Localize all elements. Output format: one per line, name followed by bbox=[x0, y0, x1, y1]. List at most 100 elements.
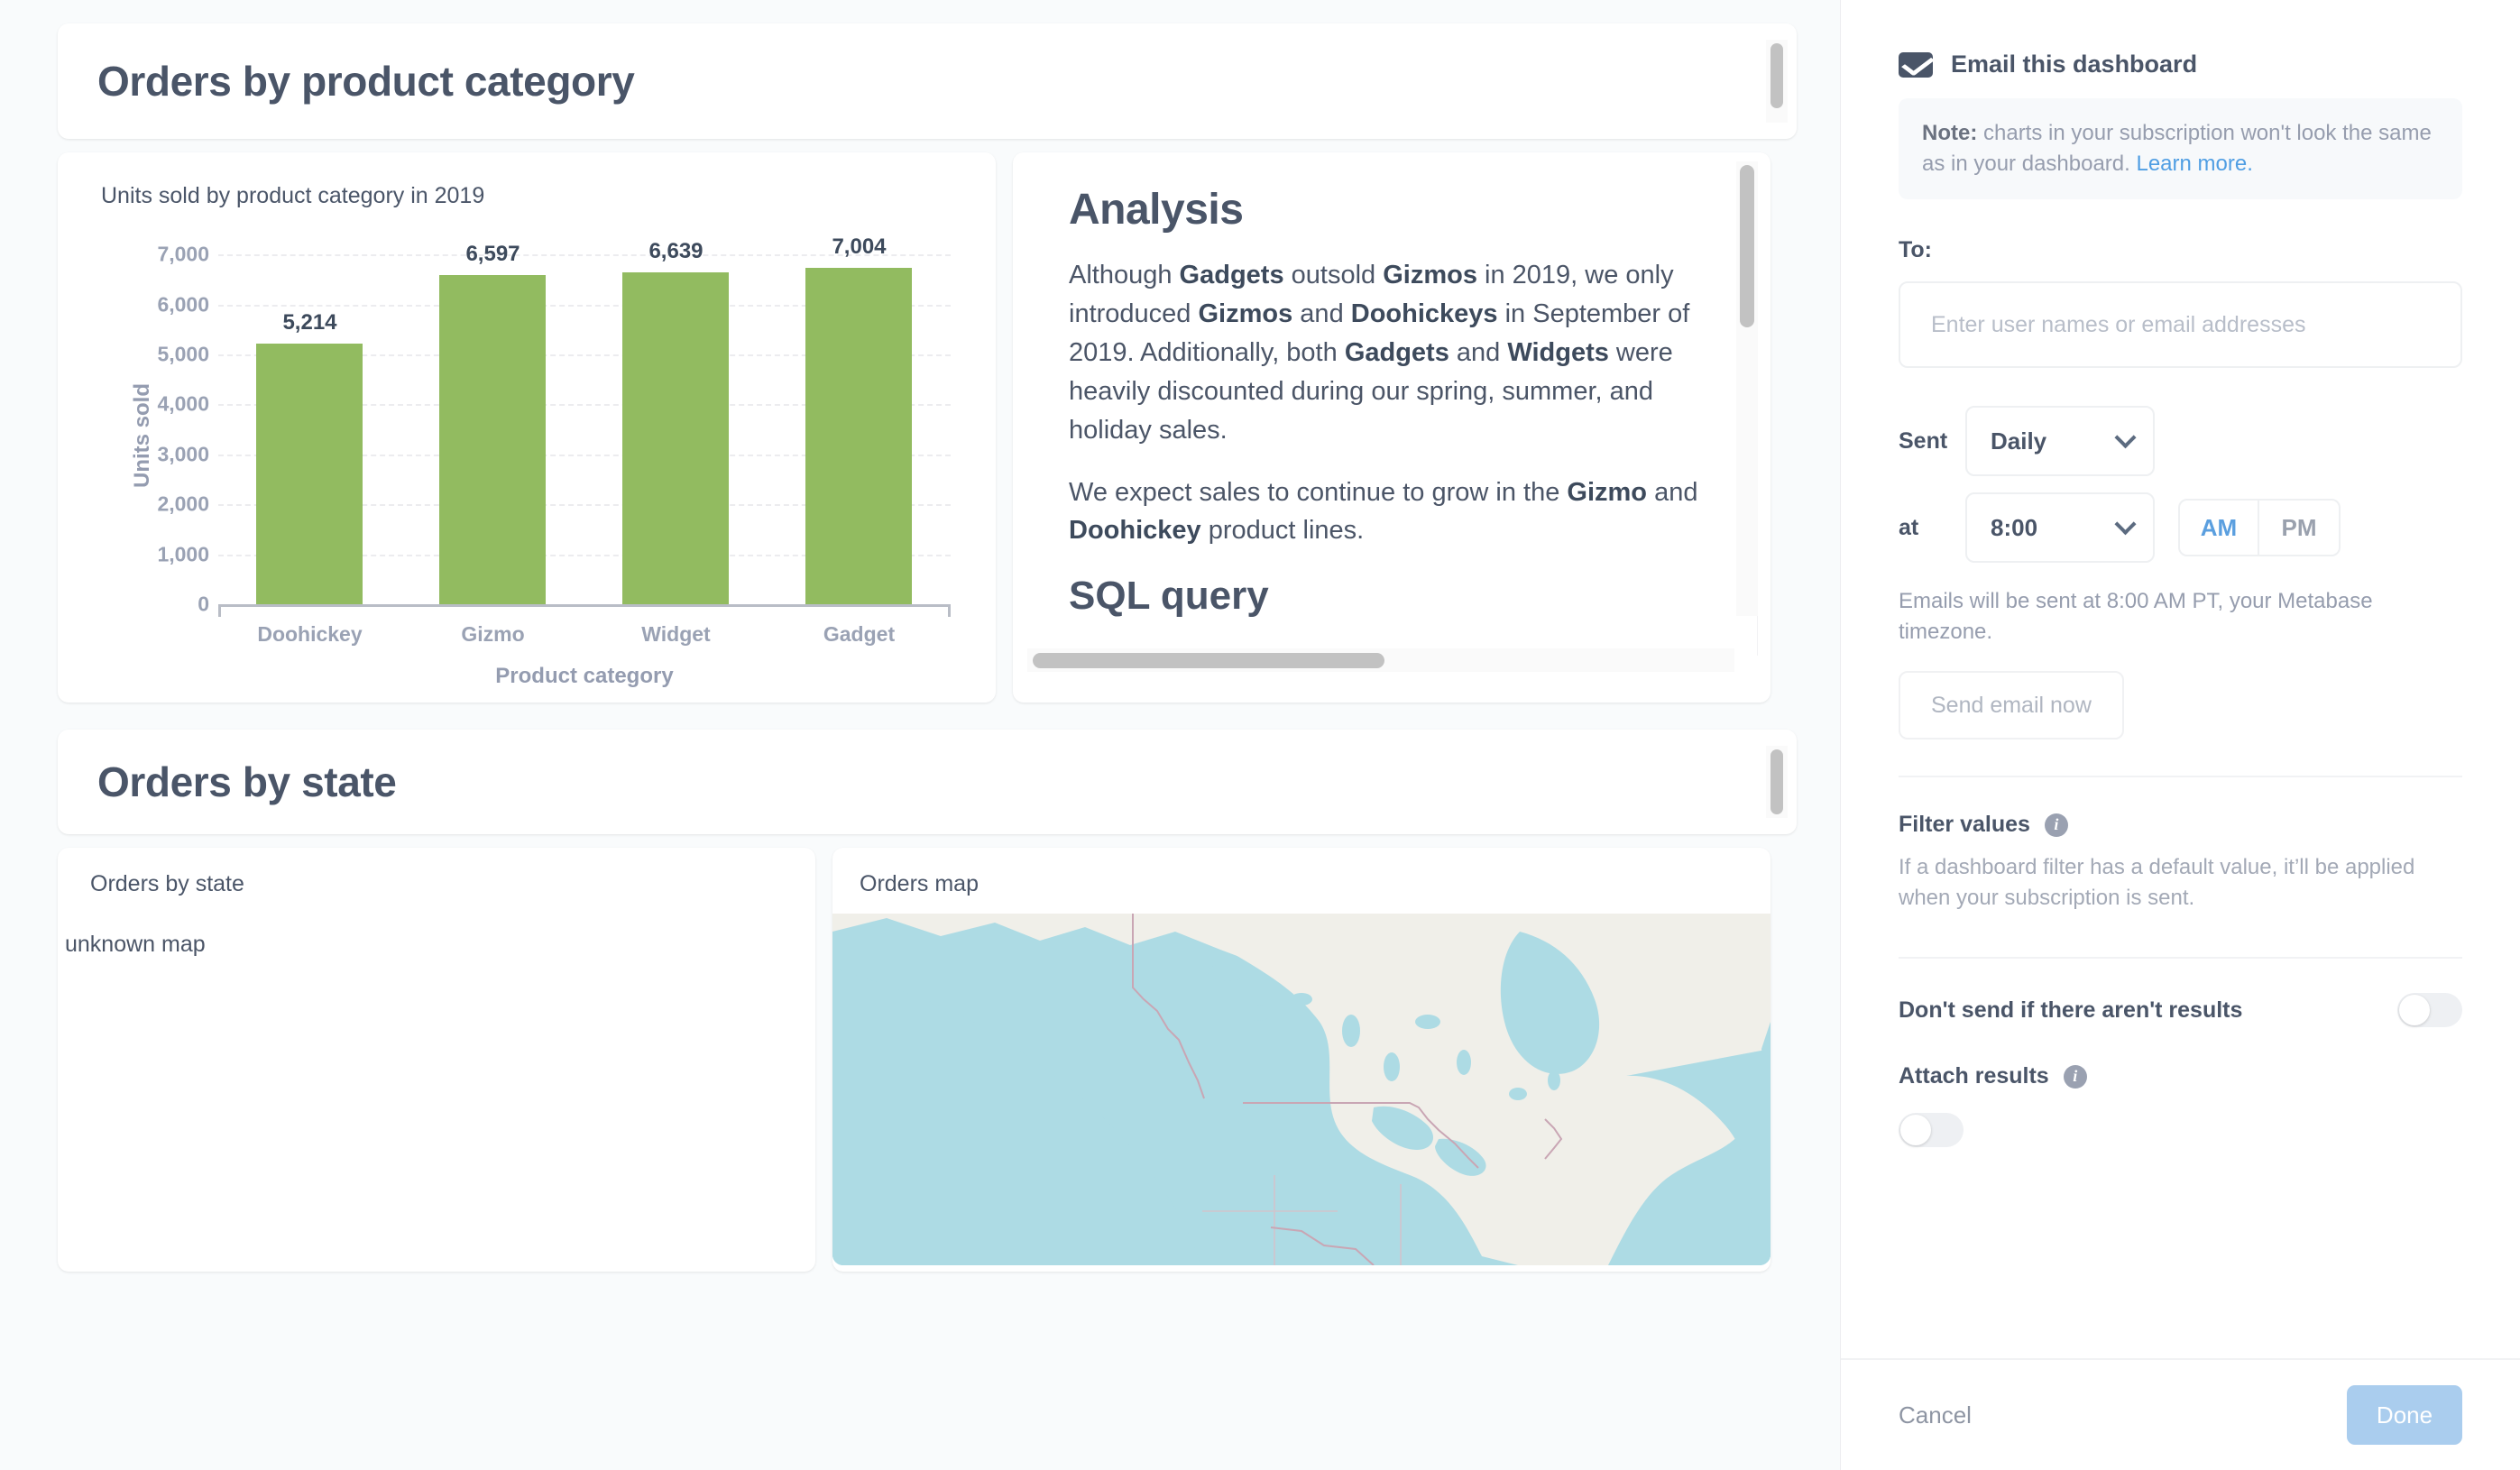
y-tick-label: 4,000 bbox=[157, 391, 209, 416]
x-tick-label: Gizmo bbox=[461, 622, 525, 646]
card-title: Orders map bbox=[860, 871, 979, 896]
chevron-down-icon bbox=[2114, 512, 2137, 535]
y-tick-label: 5,000 bbox=[157, 342, 209, 366]
envelope-icon bbox=[1899, 51, 1933, 78]
pm-button[interactable]: PM bbox=[2259, 501, 2339, 555]
x-axis-ticks: Doohickey Gizmo Widget Gadget bbox=[218, 622, 951, 647]
analysis-horizontal-scrollbar[interactable] bbox=[1027, 648, 1734, 672]
frequency-value: Daily bbox=[1991, 427, 2047, 455]
analysis-content: Analysis Although Gadgets outsold Gizmos… bbox=[1025, 169, 1758, 656]
dashboard-row-1: Units sold by product category in 2019 U… bbox=[58, 152, 1797, 703]
sidebar-title: Email this dashboard bbox=[1951, 51, 2198, 78]
analysis-text-card: Analysis Although Gadgets outsold Gizmos… bbox=[1013, 152, 1770, 703]
recipients-input[interactable]: Enter user names or email addresses bbox=[1899, 281, 2462, 369]
done-button[interactable]: Done bbox=[2347, 1385, 2462, 1445]
sidebar-footer: Cancel Done bbox=[1841, 1358, 2520, 1470]
y-tick-label: 7,000 bbox=[157, 242, 209, 266]
dashboard-section-header-1: Orders by product category bbox=[58, 23, 1797, 139]
frequency-select[interactable]: Daily bbox=[1965, 406, 2155, 477]
dont-send-label: Don't send if there aren't results bbox=[1899, 997, 2243, 1023]
info-icon[interactable]: i bbox=[2063, 1064, 2087, 1089]
dont-send-row: Don't send if there aren't results bbox=[1899, 993, 2462, 1028]
card-title: Orders by state bbox=[90, 871, 244, 896]
chart-title: Units sold by product category in 2019 bbox=[101, 183, 485, 208]
bar[interactable] bbox=[439, 274, 547, 604]
dashboard-preview: Orders by product category Units sold by… bbox=[0, 0, 1840, 1470]
filter-values-title: Filter values i bbox=[1899, 812, 2462, 838]
bar[interactable] bbox=[256, 344, 363, 604]
map-canvas[interactable] bbox=[832, 914, 1770, 1265]
bar-chart-card: Units sold by product category in 2019 U… bbox=[58, 152, 996, 703]
bar-group[interactable]: 7,004 bbox=[786, 234, 932, 604]
send-time-row: at 8:00 AM PM bbox=[1899, 492, 2462, 564]
toggle-knob bbox=[2399, 995, 2430, 1026]
orders-by-state-card: Orders by state unknown map bbox=[58, 848, 815, 1272]
divider bbox=[1899, 776, 2462, 778]
sidebar-header: Email this dashboard bbox=[1899, 51, 2462, 78]
at-label: at bbox=[1899, 514, 1919, 540]
bar[interactable] bbox=[622, 272, 730, 604]
scrollbar-thumb[interactable] bbox=[1033, 653, 1384, 668]
time-value: 8:00 bbox=[1991, 513, 2038, 541]
bar-group[interactable]: 6,597 bbox=[419, 234, 566, 604]
header-card-scrollbar[interactable] bbox=[1766, 746, 1788, 818]
bar-value-label: 6,597 bbox=[465, 241, 520, 266]
bar-group[interactable]: 6,639 bbox=[602, 234, 749, 604]
divider bbox=[1899, 957, 2462, 960]
y-tick-label: 2,000 bbox=[157, 492, 209, 516]
attach-results-block: Attach results i bbox=[1899, 1063, 2462, 1148]
y-axis-ticks: 0 1,000 2,000 3,000 4,000 5,000 6,000 7,000 bbox=[126, 234, 209, 616]
scrollbar-thumb[interactable] bbox=[1770, 749, 1783, 814]
x-axis-line bbox=[218, 604, 951, 617]
sidebar-body: Email this dashboard Note: charts in you… bbox=[1841, 0, 2520, 1358]
x-tick-label: Widget bbox=[641, 622, 711, 646]
attach-results-label: Attach results bbox=[1899, 1063, 2049, 1089]
scrollbar-thumb[interactable] bbox=[1740, 165, 1754, 327]
scrollbar-thumb[interactable] bbox=[1770, 43, 1783, 108]
bar[interactable] bbox=[805, 268, 913, 604]
note-label: Note: bbox=[1922, 121, 1978, 145]
note-text: Note: charts in your subscription won't … bbox=[1922, 118, 2439, 179]
toggle-knob bbox=[1900, 1115, 1931, 1146]
bar-value-label: 7,004 bbox=[832, 234, 887, 259]
info-icon[interactable]: i bbox=[2044, 813, 2068, 837]
y-tick-label: 3,000 bbox=[157, 442, 209, 466]
bar-series: 5,214 6,597 6,639 7,004 bbox=[218, 234, 951, 604]
chevron-down-icon bbox=[2114, 426, 2137, 448]
x-axis-label: Product category bbox=[495, 664, 674, 688]
cancel-button[interactable]: Cancel bbox=[1899, 1401, 1972, 1429]
orders-map-card: Orders map bbox=[832, 848, 1770, 1272]
am-pm-toggle: AM PM bbox=[2178, 499, 2341, 557]
email-subscription-sidebar: Email this dashboard Note: charts in you… bbox=[1840, 0, 2520, 1470]
x-tick-label: Gadget bbox=[823, 622, 896, 646]
dashboard-section-header-2: Orders by state bbox=[58, 730, 1797, 834]
sent-frequency-row: Sent Daily bbox=[1899, 406, 2462, 477]
timezone-note: Emails will be sent at 8:00 AM PT, your … bbox=[1899, 589, 2373, 645]
recipients-placeholder: Enter user names or email addresses bbox=[1931, 311, 2306, 337]
bar-value-label: 6,639 bbox=[648, 239, 704, 264]
analysis-vertical-scrollbar[interactable] bbox=[1736, 161, 1758, 616]
header-card-scrollbar[interactable] bbox=[1766, 40, 1788, 123]
analysis-paragraph-2: We expect sales to continue to grow in t… bbox=[1069, 477, 1698, 546]
bar-chart-plot: Units sold 0 1,000 2,000 3,000 4,000 5,000 6,0… bbox=[85, 215, 969, 688]
to-label: To: bbox=[1899, 237, 1933, 263]
page-title: Orders by product category bbox=[97, 58, 635, 105]
attach-results-toggle[interactable] bbox=[1899, 1113, 1964, 1148]
attach-results-title: Attach results i bbox=[1899, 1063, 2462, 1089]
learn-more-link[interactable]: Learn more. bbox=[2136, 152, 2252, 176]
filter-values-description: If a dashboard filter has a default valu… bbox=[1899, 855, 2415, 911]
am-button[interactable]: AM bbox=[2180, 501, 2259, 556]
app-root: Orders by product category Units sold by… bbox=[0, 0, 2520, 1470]
dont-send-toggle[interactable] bbox=[2397, 993, 2462, 1028]
subscription-note: Note: charts in your subscription won't … bbox=[1899, 98, 2462, 200]
dashboard-row-2: Orders by state unknown map Orders map bbox=[58, 848, 1797, 1272]
bar-group[interactable]: 5,214 bbox=[236, 234, 382, 604]
analysis-heading-sql: SQL query bbox=[1069, 574, 1269, 619]
time-select[interactable]: 8:00 bbox=[1965, 492, 2155, 564]
y-tick-label: 0 bbox=[198, 592, 209, 616]
send-email-now-button[interactable]: Send email now bbox=[1899, 671, 2124, 740]
section-title-orders-by-state: Orders by state bbox=[97, 758, 397, 805]
analysis-heading: Analysis bbox=[1069, 186, 1244, 234]
y-tick-label: 1,000 bbox=[157, 542, 209, 566]
unknown-map-message: unknown map bbox=[65, 932, 206, 957]
